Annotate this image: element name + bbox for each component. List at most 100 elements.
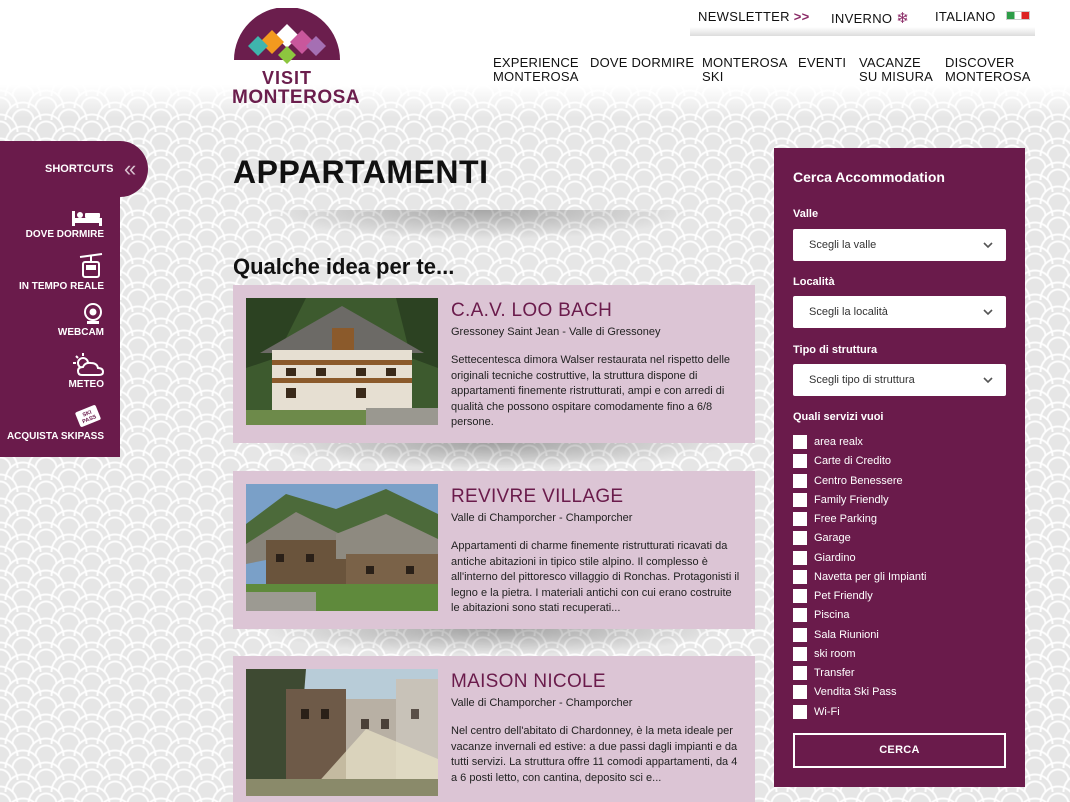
card-title[interactable]: REVIVRE VILLAGE [451, 486, 623, 508]
shortcut-in-tempo-reale[interactable]: IN TEMPO REALE [19, 253, 104, 292]
chevron-down-icon [983, 377, 993, 384]
webcam-icon [84, 303, 102, 324]
nav-vacanze-su-misura[interactable]: VACANZE SU MISURA [859, 56, 933, 84]
nav-label: MONTEROSA [945, 69, 1031, 84]
servizio-checkbox[interactable]: Wi-Fi [793, 705, 1003, 721]
checkbox-box[interactable] [793, 435, 807, 449]
nav-label: SKI [702, 69, 724, 84]
checkbox-label: Vendita Ski Pass [814, 686, 897, 698]
shortcut-label: ACQUISTA SKIPASS [6, 431, 104, 442]
checkbox-label: Free Parking [814, 513, 877, 525]
checkbox-box[interactable] [793, 531, 807, 545]
tipo-struttura-label: Tipo di struttura [793, 344, 878, 356]
language-switch[interactable]: ITALIANO [935, 9, 1030, 24]
localita-select[interactable]: Scegli la località [793, 296, 1006, 328]
card-location: Gressoney Saint Jean - Valle di Gressone… [451, 326, 661, 338]
shortcut-dove-dormire[interactable]: DOVE DORMIRE [26, 209, 104, 240]
accommodation-search-panel: Cerca Accommodation Valle Scegli la vall… [774, 148, 1025, 787]
servizio-checkbox[interactable]: Garage [793, 531, 1003, 547]
valle-label: Valle [793, 208, 819, 220]
nav-dove-dormire[interactable]: DOVE DORMIRE [590, 56, 694, 70]
checkbox-box[interactable] [793, 474, 807, 488]
servizio-checkbox[interactable]: Family Friendly [793, 493, 1003, 509]
checkbox-box[interactable] [793, 608, 807, 622]
accommodation-card[interactable]: C.A.V. LOO BACH Gressoney Saint Jean - V… [233, 285, 755, 443]
card-photo-village[interactable] [246, 484, 438, 611]
valle-select[interactable]: Scegli la valle [793, 229, 1006, 261]
double-chevron-left-icon[interactable]: « [124, 156, 136, 182]
checkbox-box[interactable] [793, 705, 807, 719]
card-title[interactable]: C.A.V. LOO BACH [451, 300, 612, 322]
shortcut-meteo[interactable]: METEO [68, 353, 104, 390]
nav-discover-monterosa[interactable]: DISCOVER MONTEROSA [945, 56, 1031, 84]
page-title: APPARTAMENTI [233, 154, 489, 190]
checkbox-box[interactable] [793, 570, 807, 584]
servizio-checkbox[interactable]: Carte di Credito [793, 454, 1003, 470]
nav-label: VACANZE [859, 55, 921, 70]
shortcut-acquista-skipass[interactable]: SKI PASS ACQUISTA SKIPASS [7, 403, 104, 442]
checkbox-box[interactable] [793, 685, 807, 699]
shortcut-label: DOVE DORMIRE [25, 229, 104, 240]
nav-label: MONTEROSA [702, 55, 788, 70]
checkbox-box[interactable] [793, 666, 807, 680]
card-shadow [260, 629, 730, 655]
accommodation-card[interactable]: MAISON NICOLE Valle di Champorcher - Cha… [233, 656, 755, 802]
bed-icon [72, 211, 102, 226]
checkbox-label: Garage [814, 532, 851, 544]
search-title: Cerca Accommodation [793, 169, 945, 185]
servizio-checkbox[interactable]: ski room [793, 647, 1003, 663]
checkbox-box[interactable] [793, 628, 807, 642]
servizio-checkbox[interactable]: Pet Friendly [793, 589, 1003, 605]
checkbox-label: Family Friendly [814, 494, 889, 506]
checkbox-label: Navetta per gli Impianti [814, 571, 927, 583]
newsletter-link[interactable]: NEWSLETTER >> [698, 9, 810, 24]
nav-monterosa-ski[interactable]: MONTEROSA SKI [702, 56, 788, 84]
servizio-checkbox[interactable]: Vendita Ski Pass [793, 685, 1003, 701]
checkbox-label: Transfer [814, 667, 855, 679]
nav-label: DOVE DORMIRE [590, 55, 695, 70]
nav-label: EVENTI [798, 55, 847, 70]
checkbox-label: Sala Riunioni [814, 629, 879, 641]
servizio-checkbox[interactable]: Free Parking [793, 512, 1003, 528]
servizio-checkbox[interactable]: Giardino [793, 551, 1003, 567]
card-location: Valle di Champorcher - Champorcher [451, 697, 633, 709]
chevron-down-icon [983, 309, 993, 316]
language-label: ITALIANO [935, 9, 996, 24]
card-photo-chalet[interactable] [246, 298, 438, 425]
season-switch[interactable]: INVERNO ❄ [831, 9, 909, 27]
servizio-checkbox[interactable]: area realx [793, 435, 1003, 451]
servizio-checkbox[interactable]: Centro Benessere [793, 474, 1003, 490]
checkbox-box[interactable] [793, 551, 807, 565]
servizio-checkbox[interactable]: Navetta per gli Impianti [793, 570, 1003, 586]
visit-monterosa-logo[interactable]: VISIT MONTEROSA [232, 7, 360, 108]
card-title[interactable]: MAISON NICOLE [451, 671, 606, 693]
nav-label: MONTEROSA [493, 69, 579, 84]
checkbox-box[interactable] [793, 493, 807, 507]
shortcut-webcam[interactable]: WEBCAM [58, 303, 104, 338]
card-description: Settecentesca dimora Walser restaurata n… [451, 354, 731, 428]
checkbox-label: Wi-Fi [814, 706, 840, 718]
checkbox-box[interactable] [793, 454, 807, 468]
checkbox-box[interactable] [793, 512, 807, 526]
shortcuts-title: SHORTCUTS [45, 163, 114, 175]
checkbox-box[interactable] [793, 589, 807, 603]
checkbox-label: Piscina [814, 609, 850, 621]
weather-icon [73, 353, 104, 376]
card-photo-maison[interactable] [246, 669, 438, 796]
shortcut-label: WEBCAM [57, 327, 104, 338]
nav-eventi[interactable]: EVENTI [798, 56, 846, 70]
card-description: Appartamenti di charme finemente ristrut… [451, 540, 740, 614]
cable-car-icon [79, 253, 103, 278]
accommodation-card[interactable]: REVIVRE VILLAGE Valle di Champorcher - C… [233, 471, 755, 629]
checkbox-box[interactable] [793, 647, 807, 661]
cerca-button[interactable]: CERCA [793, 733, 1006, 768]
site-header: VISIT MONTEROSA NEWSLETTER >> INVERNO ❄ … [0, 0, 1070, 118]
italian-flag-icon [1005, 11, 1030, 20]
servizio-checkbox[interactable]: Piscina [793, 608, 1003, 624]
tipo-struttura-select[interactable]: Scegli tipo di struttura [793, 364, 1006, 396]
shortcuts-panel: DOVE DORMIRE IN TEMPO REALE WEBCAM METEO [0, 197, 120, 457]
servizio-checkbox[interactable]: Sala Riunioni [793, 628, 1003, 644]
tipo-struttura-select-value: Scegli tipo di struttura [809, 374, 915, 386]
servizio-checkbox[interactable]: Transfer [793, 666, 1003, 682]
nav-experience-monterosa[interactable]: EXPERIENCE MONTEROSA [493, 56, 579, 84]
